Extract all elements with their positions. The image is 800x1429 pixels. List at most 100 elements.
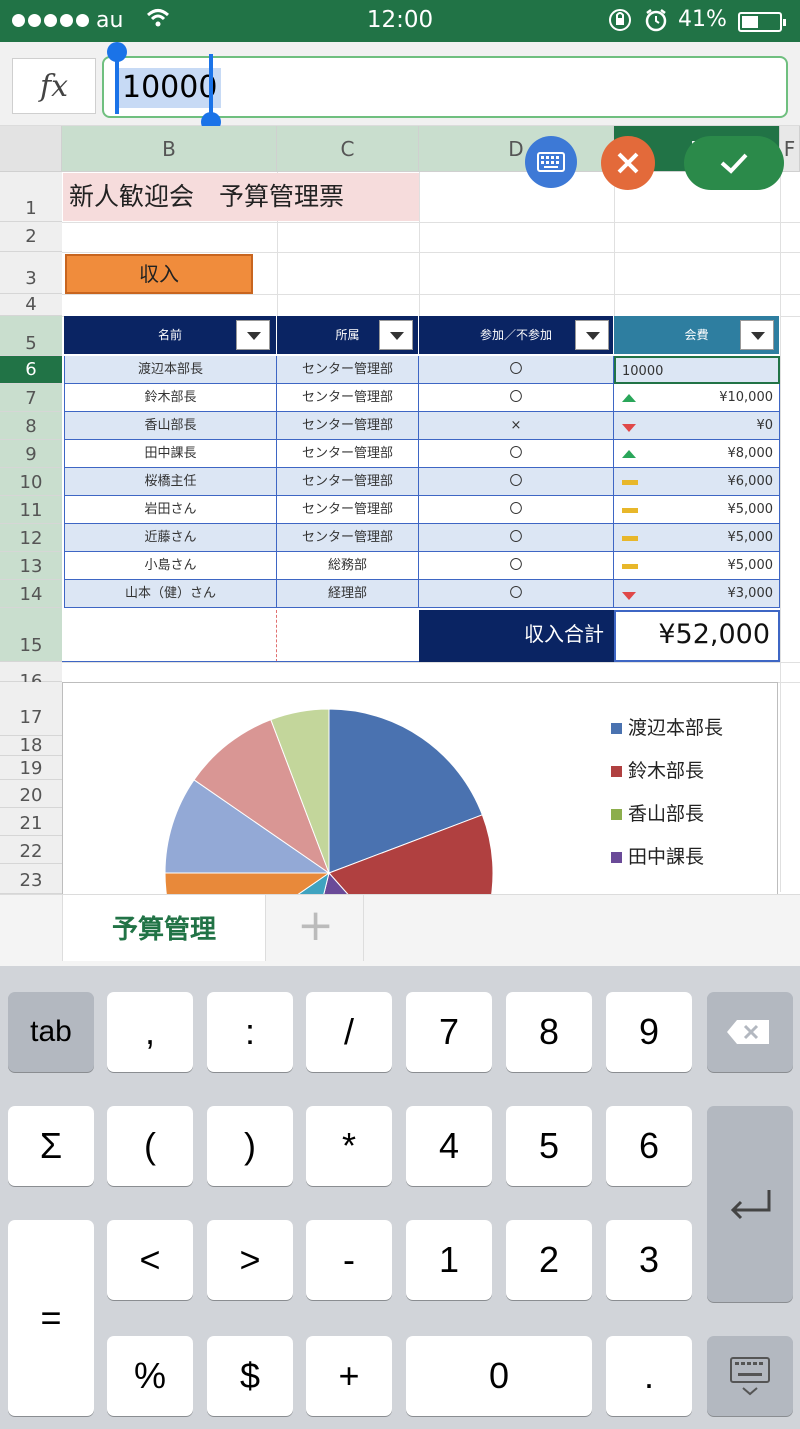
key-dollar[interactable]: $ xyxy=(207,1336,293,1416)
table-header-attend[interactable]: 参加／不参加 xyxy=(419,316,614,354)
cell-fee[interactable]: 10000 xyxy=(614,356,780,384)
confirm-edit-button[interactable] xyxy=(684,136,784,190)
selection-start-knob[interactable] xyxy=(107,42,127,62)
cell-dept[interactable]: センター管理部 xyxy=(277,356,419,384)
row-header-2[interactable]: 2 xyxy=(0,222,62,252)
cell-name[interactable]: 山本（健）さん xyxy=(64,580,277,608)
cell-dept[interactable]: 総務部 xyxy=(277,552,419,580)
row-header-1[interactable]: 1 xyxy=(0,172,62,222)
row-header-15[interactable]: 15 xyxy=(0,608,62,662)
cell-dept[interactable]: センター管理部 xyxy=(277,468,419,496)
key-5[interactable]: 5 xyxy=(506,1106,592,1186)
cell-fee[interactable]: ¥10,000 xyxy=(614,384,780,412)
row-header-7[interactable]: 7 xyxy=(0,384,62,412)
row-header-10[interactable]: 10 xyxy=(0,468,62,496)
key-7[interactable]: 7 xyxy=(406,992,492,1072)
cell-dept[interactable]: センター管理部 xyxy=(277,440,419,468)
cell-attend[interactable]: 〇 xyxy=(419,524,614,552)
table-header-dept[interactable]: 所属 xyxy=(277,316,419,354)
row-header-11[interactable]: 11 xyxy=(0,496,62,524)
function-button[interactable]: fx xyxy=(12,58,96,114)
cell-fee[interactable]: ¥5,000 xyxy=(614,524,780,552)
column-header-b[interactable]: B xyxy=(62,126,277,172)
key-equals[interactable]: = xyxy=(8,1220,94,1416)
sheet-tab-yosan[interactable]: 予算管理 xyxy=(62,895,266,961)
key-comma[interactable]: , xyxy=(107,992,193,1072)
formula-input[interactable]: 10000 xyxy=(102,56,788,118)
cell-attend[interactable]: 〇 xyxy=(419,468,614,496)
cell-attend[interactable]: 〇 xyxy=(419,552,614,580)
key-sigma[interactable]: Σ xyxy=(8,1106,94,1186)
add-sheet-button[interactable]: + xyxy=(268,895,364,961)
cell-fee[interactable]: ¥0 xyxy=(614,412,780,440)
row-header-6[interactable]: 6 xyxy=(0,356,62,384)
row-header-17[interactable]: 17 xyxy=(0,682,62,736)
key-0[interactable]: 0 xyxy=(406,1336,592,1416)
column-header-c[interactable]: C xyxy=(277,126,419,172)
cell-name[interactable]: 香山部長 xyxy=(64,412,277,440)
cell-dept[interactable]: センター管理部 xyxy=(277,412,419,440)
row-header-16[interactable]: 16 xyxy=(0,662,62,692)
row-header-4[interactable]: 4 xyxy=(0,294,62,316)
cell-dept[interactable]: センター管理部 xyxy=(277,524,419,552)
cell-dept[interactable]: 経理部 xyxy=(277,580,419,608)
key-dot[interactable]: . xyxy=(606,1336,692,1416)
cell-dept[interactable]: センター管理部 xyxy=(277,496,419,524)
cell-fee[interactable]: ¥8,000 xyxy=(614,440,780,468)
cell-name[interactable]: 小島さん xyxy=(64,552,277,580)
cell-fee[interactable]: ¥5,000 xyxy=(614,552,780,580)
row-header-21[interactable]: 21 xyxy=(0,808,62,836)
row-header-8[interactable]: 8 xyxy=(0,412,62,440)
cell-name[interactable]: 渡辺本部長 xyxy=(64,356,277,384)
row-header-18[interactable]: 18 xyxy=(0,736,62,756)
cell-attend[interactable]: 〇 xyxy=(419,440,614,468)
key-star[interactable]: * xyxy=(306,1106,392,1186)
key-1[interactable]: 1 xyxy=(406,1220,492,1300)
key-2[interactable]: 2 xyxy=(506,1220,592,1300)
keyboard-toggle-button[interactable] xyxy=(525,136,577,188)
key-minus[interactable]: - xyxy=(306,1220,392,1300)
cell-attend[interactable]: × xyxy=(419,412,614,440)
row-header-5[interactable]: 5 xyxy=(0,316,62,356)
row-header-13[interactable]: 13 xyxy=(0,552,62,580)
row-header-22[interactable]: 22 xyxy=(0,836,62,864)
key-3[interactable]: 3 xyxy=(606,1220,692,1300)
row-header-9[interactable]: 9 xyxy=(0,440,62,468)
key-slash[interactable]: / xyxy=(306,992,392,1072)
cell-name[interactable]: 岩田さん xyxy=(64,496,277,524)
key-hide-keyboard[interactable] xyxy=(707,1336,793,1416)
key-percent[interactable]: % xyxy=(107,1336,193,1416)
key-rparen[interactable]: ) xyxy=(207,1106,293,1186)
row-header-20[interactable]: 20 xyxy=(0,780,62,808)
table-header-name[interactable]: 名前 xyxy=(64,316,277,354)
row-header-12[interactable]: 12 xyxy=(0,524,62,552)
cell-attend[interactable]: 〇 xyxy=(419,496,614,524)
cell-dept[interactable]: センター管理部 xyxy=(277,384,419,412)
key-lt[interactable]: < xyxy=(107,1220,193,1300)
filter-dropdown-icon[interactable] xyxy=(740,320,774,350)
cell-attend[interactable]: 〇 xyxy=(419,384,614,412)
key-backspace[interactable] xyxy=(707,992,793,1072)
cell-name[interactable]: 鈴木部長 xyxy=(64,384,277,412)
cell-attend[interactable]: 〇 xyxy=(419,580,614,608)
cell-attend[interactable]: 〇 xyxy=(419,356,614,384)
income-label-cell[interactable]: 収入 xyxy=(65,254,253,294)
cancel-edit-button[interactable] xyxy=(601,136,655,190)
column-header-d[interactable]: D xyxy=(419,126,614,172)
row-header-23[interactable]: 23 xyxy=(0,864,62,894)
filter-dropdown-icon[interactable] xyxy=(236,320,270,350)
key-6[interactable]: 6 xyxy=(606,1106,692,1186)
key-4[interactable]: 4 xyxy=(406,1106,492,1186)
cell-fee[interactable]: ¥6,000 xyxy=(614,468,780,496)
key-return[interactable] xyxy=(707,1106,793,1302)
cell-fee[interactable]: ¥3,000 xyxy=(614,580,780,608)
key-colon[interactable]: : xyxy=(207,992,293,1072)
key-tab[interactable]: tab xyxy=(8,992,94,1072)
cell-name[interactable]: 桜橋主任 xyxy=(64,468,277,496)
table-header-fee[interactable]: 会費 xyxy=(614,316,780,354)
cell-fee[interactable]: ¥5,000 xyxy=(614,496,780,524)
filter-dropdown-icon[interactable] xyxy=(575,320,609,350)
total-label-cell[interactable]: 収入合計 xyxy=(419,610,614,662)
key-gt[interactable]: > xyxy=(207,1220,293,1300)
key-plus[interactable]: + xyxy=(306,1336,392,1416)
